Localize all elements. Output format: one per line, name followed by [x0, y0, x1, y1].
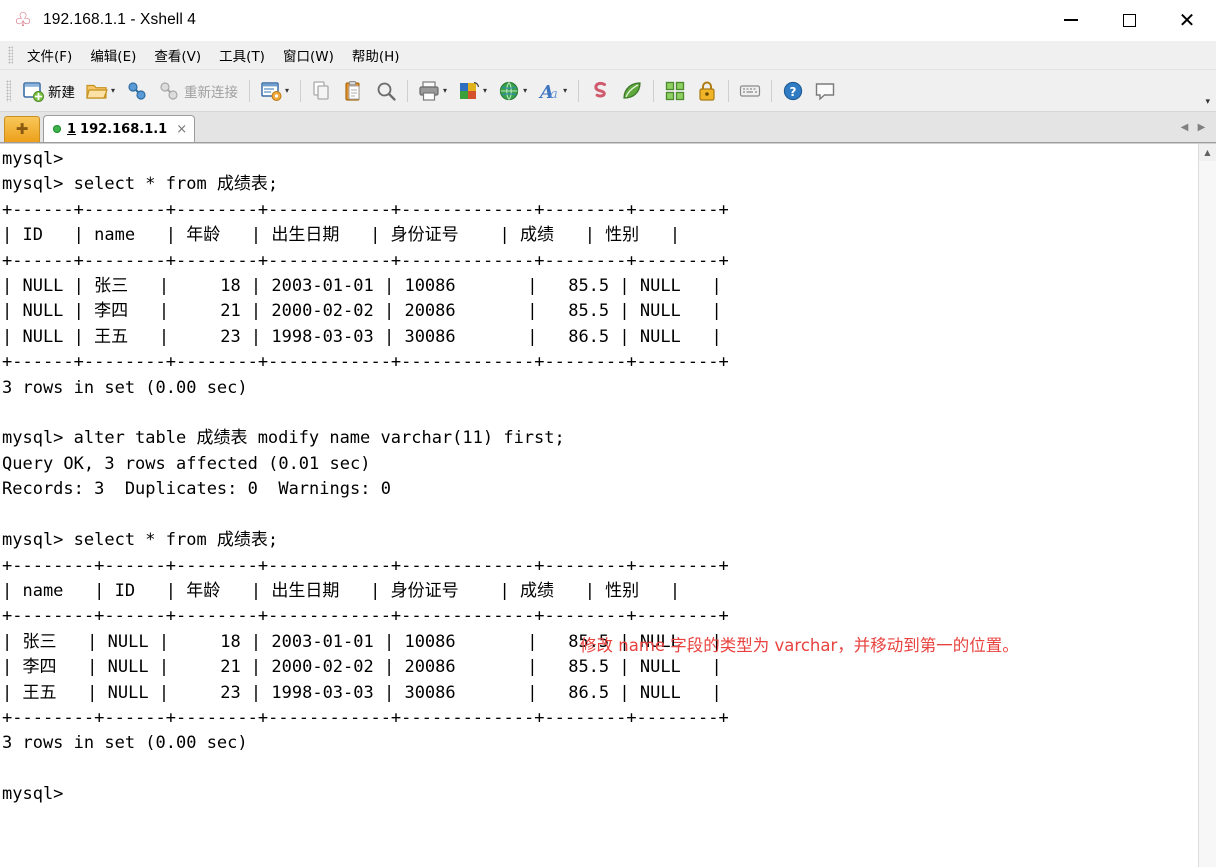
color-palette-icon: [460, 81, 480, 99]
scroll-up-arrow-icon[interactable]: ▲: [1199, 144, 1216, 161]
xshell-logo-icon: [594, 81, 607, 97]
menu-grip-handle[interactable]: [8, 46, 13, 64]
xshell-button[interactable]: [584, 75, 616, 107]
paste-button[interactable]: [338, 75, 370, 107]
toolbar: 新建 ▾ 重新连接 ▾ ▾ ▾ ▾ A a ▾ ? ▾: [0, 70, 1216, 112]
menu-edit[interactable]: 编辑(E): [81, 42, 145, 68]
open-session-dropdown-arrow[interactable]: ▾: [111, 86, 115, 95]
toolbar-separator-7: [771, 79, 773, 102]
xshell-window: ♧ 192.168.1.1 - Xshell 4 ✕ 文件(F) 编辑(E) 查…: [0, 0, 1216, 867]
tab-title: 192.168.1.1: [80, 121, 168, 137]
web-dropdown-arrow[interactable]: ▾: [523, 86, 527, 95]
printer-icon: [419, 80, 439, 101]
tab-bar: ✚ 1 192.168.1.1 × ◀ ▶: [0, 112, 1216, 143]
connect-button[interactable]: [121, 75, 153, 107]
terminal-vertical-scrollbar[interactable]: ▲: [1198, 144, 1216, 867]
tab-192-168-1-1[interactable]: 1 192.168.1.1 ×: [43, 115, 196, 142]
lock-button[interactable]: [691, 75, 723, 107]
open-folder-icon: [86, 84, 108, 99]
tab-close-icon[interactable]: ×: [176, 122, 187, 137]
compose-button[interactable]: [659, 75, 691, 107]
xftp-leaf-icon: [623, 81, 641, 99]
font-dropdown-arrow[interactable]: ▾: [563, 86, 567, 95]
window-controls: ✕: [1042, 0, 1216, 40]
search-icon: [377, 82, 396, 101]
color-scheme-button[interactable]: ▾: [453, 75, 493, 107]
properties-button[interactable]: ▾: [255, 75, 295, 107]
tab-scroll-controls: ◀ ▶: [1176, 113, 1216, 142]
feedback-button[interactable]: [809, 75, 841, 107]
lock-icon: [699, 81, 715, 101]
help-question-icon: ?: [783, 81, 803, 100]
copy-button[interactable]: [306, 75, 338, 107]
globe-icon: [499, 81, 519, 100]
session-properties-icon: [261, 81, 282, 101]
toolbar-overflow-chevron-down-icon[interactable]: ▾: [1205, 97, 1210, 107]
speech-bubble-icon: [815, 82, 835, 101]
print-dropdown-arrow[interactable]: ▾: [443, 86, 447, 95]
menu-tools[interactable]: 工具(T): [210, 42, 274, 68]
properties-dropdown-arrow[interactable]: ▾: [285, 86, 289, 95]
new-session-label: 新建: [48, 84, 75, 101]
scrollbar-track[interactable]: [1199, 161, 1216, 867]
xftp-button[interactable]: [616, 75, 648, 107]
close-icon: ✕: [1178, 8, 1196, 32]
menu-bar: 文件(F) 编辑(E) 查看(V) 工具(T) 窗口(W) 帮助(H): [0, 41, 1216, 70]
copy-icon: [313, 80, 329, 100]
grid-squares-icon: [665, 81, 685, 100]
window-title: 192.168.1.1 - Xshell 4: [43, 11, 196, 28]
toolbar-separator-1: [249, 79, 251, 102]
print-button[interactable]: ▾: [413, 75, 453, 107]
open-session-button[interactable]: ▾: [81, 75, 121, 107]
tab-number: 1: [67, 121, 77, 137]
reconnect-button[interactable]: 重新连接: [153, 75, 244, 107]
title-bar: ♧ 192.168.1.1 - Xshell 4 ✕: [0, 0, 1216, 41]
disconnect-plug-icon: [160, 81, 178, 100]
toolbar-grip-handle[interactable]: [6, 79, 11, 102]
help-button[interactable]: ?: [777, 75, 809, 107]
terminal-output: mysql> mysql> select * from 成绩表; +------…: [2, 149, 729, 805]
toolbar-separator-4: [578, 79, 580, 102]
menu-help[interactable]: 帮助(H): [343, 42, 409, 68]
paste-icon: [345, 80, 360, 101]
svg-text:?: ?: [790, 85, 797, 99]
keyboard-icon: [739, 84, 761, 97]
menu-view[interactable]: 查看(V): [145, 42, 210, 68]
reconnect-label: 重新连接: [184, 84, 239, 101]
menu-window[interactable]: 窗口(W): [274, 42, 343, 68]
connect-plug-icon: [128, 81, 146, 100]
tab-status-dot-icon: [53, 125, 61, 133]
toolbar-separator-6: [728, 79, 730, 102]
toolbar-separator-3: [407, 79, 409, 102]
xshell-logo-icon: ♧: [13, 9, 33, 31]
find-button[interactable]: [370, 75, 402, 107]
keyboard-button[interactable]: [734, 75, 766, 107]
close-button[interactable]: ✕: [1158, 0, 1216, 40]
tab-scroll-left-icon[interactable]: ◀: [1176, 122, 1193, 133]
new-tab-plus-icon[interactable]: ✚: [4, 116, 40, 142]
color-dropdown-arrow[interactable]: ▾: [483, 86, 487, 95]
font-button[interactable]: A a ▾: [533, 75, 573, 107]
font-letter-icon: A a: [538, 82, 558, 103]
maximize-button[interactable]: [1100, 0, 1158, 40]
minimize-button[interactable]: [1042, 0, 1100, 40]
terminal-screen[interactable]: mysql> mysql> select * from 成绩表; +------…: [0, 144, 1198, 867]
new-session-button[interactable]: 新建: [17, 75, 81, 107]
toolbar-separator-5: [653, 79, 655, 102]
terminal-area: mysql> mysql> select * from 成绩表; +------…: [0, 143, 1216, 867]
tab-scroll-right-icon[interactable]: ▶: [1193, 122, 1210, 133]
web-button[interactable]: ▾: [493, 75, 533, 107]
toolbar-separator-2: [300, 79, 302, 102]
new-window-icon: [23, 81, 44, 102]
annotation-text: 修改 name 字段的类型为 varchar，并移动到第一的位置。: [580, 636, 1019, 655]
menu-file[interactable]: 文件(F): [18, 42, 81, 68]
svg-text:a: a: [550, 87, 558, 102]
